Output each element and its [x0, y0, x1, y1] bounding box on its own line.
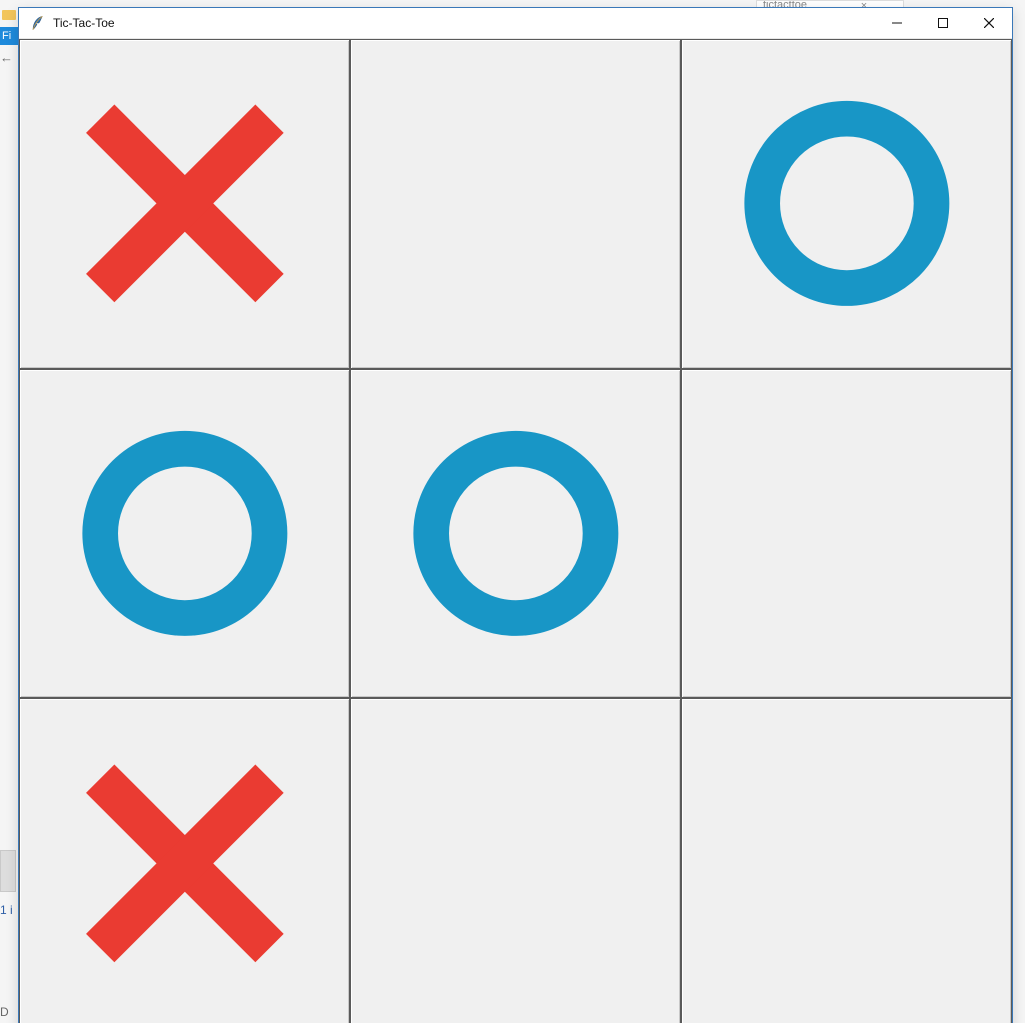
bg-folder-icon — [2, 10, 16, 20]
client-area — [19, 39, 1012, 1023]
cell-1-2[interactable] — [681, 369, 1012, 699]
x-mark-icon — [73, 92, 297, 315]
cell-2-2[interactable] — [681, 698, 1012, 1023]
bg-scrollbar-thumb — [0, 850, 16, 892]
cell-2-0[interactable] — [19, 698, 350, 1023]
cell-2-1[interactable] — [350, 698, 681, 1023]
window-title: Tic-Tac-Toe — [53, 16, 115, 30]
cell-1-1[interactable] — [350, 369, 681, 699]
maximize-button[interactable] — [920, 8, 966, 38]
o-mark-icon — [73, 422, 297, 645]
minimize-button[interactable] — [874, 8, 920, 38]
o-mark-icon — [735, 92, 959, 315]
bg-back-arrow-icon: ← — [0, 50, 13, 65]
cell-0-0[interactable] — [19, 39, 350, 369]
x-mark-icon — [73, 752, 297, 975]
app-window: Tic-Tac-Toe — [18, 7, 1013, 1023]
titlebar[interactable]: Tic-Tac-Toe — [19, 8, 1012, 39]
tk-feather-icon — [27, 13, 47, 33]
cell-0-1[interactable] — [350, 39, 681, 369]
cell-0-2[interactable] — [681, 39, 1012, 369]
o-mark-icon — [404, 422, 628, 645]
game-board — [19, 39, 1012, 1023]
cell-1-0[interactable] — [19, 369, 350, 699]
close-button[interactable] — [966, 8, 1012, 38]
bg-text-lower-1: 1 i — [0, 903, 13, 917]
bg-text-lower-2: D — [0, 1005, 9, 1019]
